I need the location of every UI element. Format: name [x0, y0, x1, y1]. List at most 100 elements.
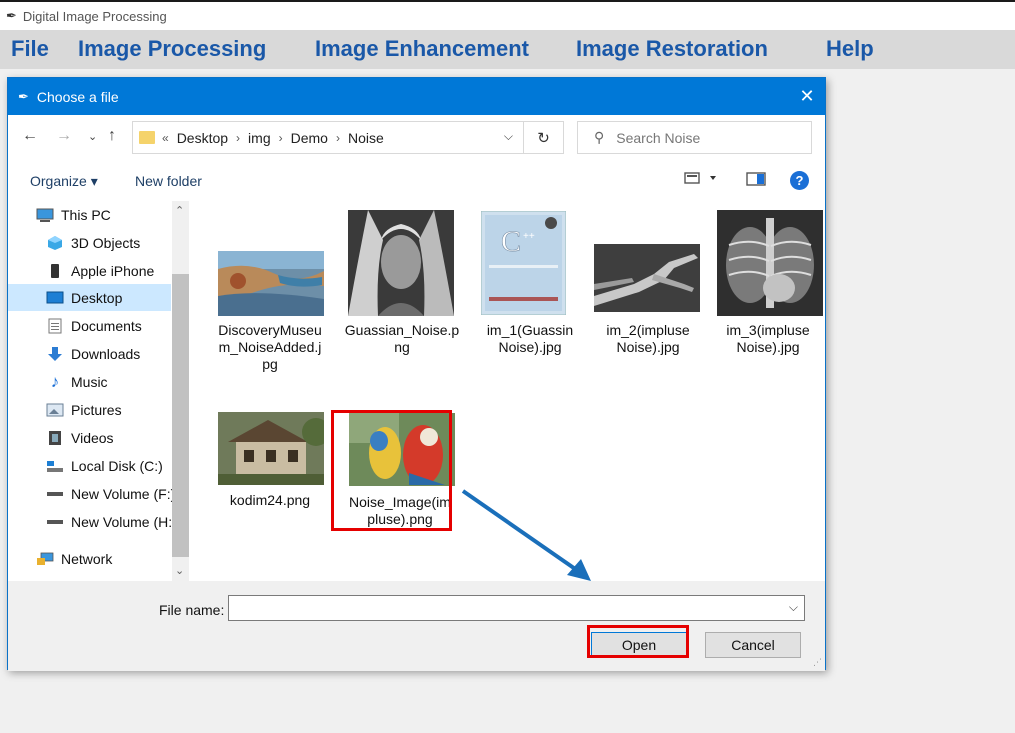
- help-icon[interactable]: ?: [790, 171, 809, 190]
- sidebar-item-label: New Volume (H:: [71, 513, 173, 530]
- portrait-photo-thumbnail: [348, 210, 454, 316]
- highlight-box-selected-file: [331, 410, 452, 531]
- refresh-icon[interactable]: ↻: [524, 121, 564, 154]
- menu-file[interactable]: File: [11, 36, 49, 62]
- back-arrow-icon[interactable]: ←: [22, 127, 38, 145]
- sidebar-item-new-volume-f[interactable]: New Volume (F:): [8, 480, 175, 507]
- sidebar-item-downloads[interactable]: Downloads: [8, 340, 171, 367]
- breadcrumb-demo[interactable]: Demo: [291, 130, 328, 146]
- sidebar-item-label: Apple iPhone: [71, 262, 155, 279]
- sidebar-item-label: Network: [61, 550, 113, 567]
- sidebar-item-videos[interactable]: Videos: [8, 424, 171, 451]
- close-icon[interactable]: ✕: [789, 78, 825, 115]
- menu-image-processing[interactable]: Image Processing: [78, 36, 266, 62]
- cube-icon: [46, 235, 64, 251]
- file-item[interactable]: C ++ im_1(Guassin Noise).jpg: [470, 201, 590, 371]
- cpp-book-thumbnail: C ++: [481, 211, 566, 315]
- forward-arrow-icon[interactable]: →: [56, 127, 72, 145]
- file-name-line: Noise).jpg: [736, 339, 800, 355]
- phone-icon: [46, 263, 64, 279]
- breadcrumb-separator-icon: ›: [335, 130, 340, 145]
- museum-photo-thumbnail: [218, 251, 324, 316]
- dialog-footer: File name: ⌵ Open Cancel ⋰: [8, 581, 825, 671]
- recent-chevron-icon[interactable]: ⌄: [88, 130, 97, 143]
- file-name-field[interactable]: ⌵: [228, 595, 805, 621]
- file-item[interactable]: kodim24.png: [210, 401, 330, 511]
- breadcrumb-separator-icon: ›: [236, 130, 241, 145]
- svg-text:C: C: [501, 225, 521, 258]
- navigation-row: ← → ⌄ ↑ « Desktop › img › Demo › Noise ⌵…: [8, 118, 825, 158]
- resize-grip-icon[interactable]: ⋰: [813, 657, 822, 668]
- pictures-icon: [46, 402, 64, 418]
- file-item[interactable]: im_2(impluse Noise).jpg: [588, 201, 708, 371]
- breadcrumb-desktop[interactable]: Desktop: [177, 130, 228, 146]
- file-item[interactable]: DiscoveryMuseu m_NoiseAdded.j pg: [210, 201, 330, 372]
- sidebar-item-apple-iphone[interactable]: Apple iPhone: [8, 257, 171, 284]
- breadcrumb-img[interactable]: img: [248, 130, 271, 146]
- breadcrumb-noise[interactable]: Noise: [348, 130, 384, 146]
- address-bar[interactable]: « Desktop › img › Demo › Noise ⌵: [132, 121, 524, 154]
- sidebar-item-pictures[interactable]: Pictures: [8, 396, 171, 423]
- system-drive-icon: [46, 458, 64, 474]
- sidebar-item-desktop[interactable]: Desktop: [8, 284, 171, 311]
- view-options-icon[interactable]: [684, 171, 718, 188]
- drive-icon: [46, 486, 64, 502]
- xray-hand-thumbnail: [594, 244, 700, 312]
- file-item[interactable]: im_3(impluse Noise).jpg: [708, 201, 828, 371]
- music-note-icon: ♪: [50, 371, 60, 391]
- organize-button[interactable]: Organize ▾: [30, 173, 98, 190]
- sidebar-item-this-pc[interactable]: This PC: [8, 201, 171, 228]
- sidebar-item-3d-objects[interactable]: 3D Objects: [8, 229, 171, 256]
- sidebar-item-label: Videos: [71, 429, 114, 446]
- drive-icon: [46, 514, 64, 530]
- search-placeholder: Search Noise: [616, 129, 701, 146]
- document-icon: [46, 318, 64, 334]
- desktop-icon: [46, 290, 64, 306]
- scroll-down-icon[interactable]: ⌄: [175, 564, 184, 577]
- feather-icon: ✒: [6, 8, 17, 23]
- sidebar-item-label: This PC: [61, 206, 111, 223]
- scroll-up-icon[interactable]: ⌃: [175, 204, 184, 217]
- chevron-down-icon[interactable]: ⌵: [789, 600, 798, 615]
- film-icon: [46, 430, 64, 446]
- sidebar-item-label: Music: [71, 373, 108, 390]
- sidebar-item-new-volume-h[interactable]: New Volume (H:: [8, 508, 173, 535]
- sidebar-item-label: Documents: [71, 317, 142, 334]
- file-name-line: Noise).jpg: [498, 339, 562, 355]
- preview-pane-icon[interactable]: [746, 171, 766, 190]
- dialog-title-bar: ✒ Choose a file ✕: [8, 78, 825, 115]
- sidebar-scroll-thumb[interactable]: [172, 274, 189, 557]
- file-dialog: ✒ Choose a file ✕ ← → ⌄ ↑ « Desktop › im…: [7, 77, 828, 671]
- sidebar-item-label: Desktop: [71, 289, 123, 306]
- search-icon: ⚲: [594, 129, 605, 145]
- app-title-bar: ✒ Digital Image Processing: [0, 0, 1015, 30]
- menu-help[interactable]: Help: [826, 36, 874, 62]
- highlight-box-open-button: [587, 625, 689, 658]
- menu-bar: File Image Processing Image Enhancement …: [0, 30, 1015, 69]
- menu-image-enhancement[interactable]: Image Enhancement: [315, 36, 529, 62]
- folder-icon: [139, 131, 155, 144]
- sidebar-item-label: 3D Objects: [71, 234, 141, 251]
- sidebar-item-label: Downloads: [71, 345, 141, 362]
- up-arrow-icon[interactable]: ↑: [108, 127, 116, 145]
- house-photo-thumbnail: [218, 412, 324, 485]
- app-title: Digital Image Processing: [22, 8, 167, 24]
- sidebar-item-documents[interactable]: Documents: [8, 312, 171, 339]
- file-name-line: m_NoiseAdded.j: [218, 339, 322, 355]
- file-name-line: DiscoveryMuseu: [218, 322, 322, 338]
- file-name-line: im_2(impluse: [606, 322, 690, 338]
- sidebar-item-music[interactable]: ♪ Music: [8, 368, 171, 395]
- file-item[interactable]: Guassian_Noise.p ng: [342, 201, 462, 371]
- menu-image-restoration[interactable]: Image Restoration: [576, 36, 768, 62]
- navigation-pane: This PC 3D Objects Apple iPhone Desktop …: [8, 201, 188, 581]
- file-name-label: File name:: [159, 602, 225, 618]
- cancel-button[interactable]: Cancel: [705, 632, 801, 658]
- sidebar-item-network[interactable]: Network: [8, 545, 171, 572]
- network-icon: [36, 551, 54, 567]
- sidebar-item-label: Pictures: [71, 401, 122, 418]
- chevron-down-icon[interactable]: ⌵: [504, 129, 513, 144]
- new-folder-button[interactable]: New folder: [135, 173, 202, 189]
- sidebar-item-local-disk-c[interactable]: Local Disk (C:): [8, 452, 171, 479]
- sidebar-item-label: Local Disk (C:): [71, 457, 163, 474]
- search-input[interactable]: ⚲ Search Noise: [577, 121, 812, 154]
